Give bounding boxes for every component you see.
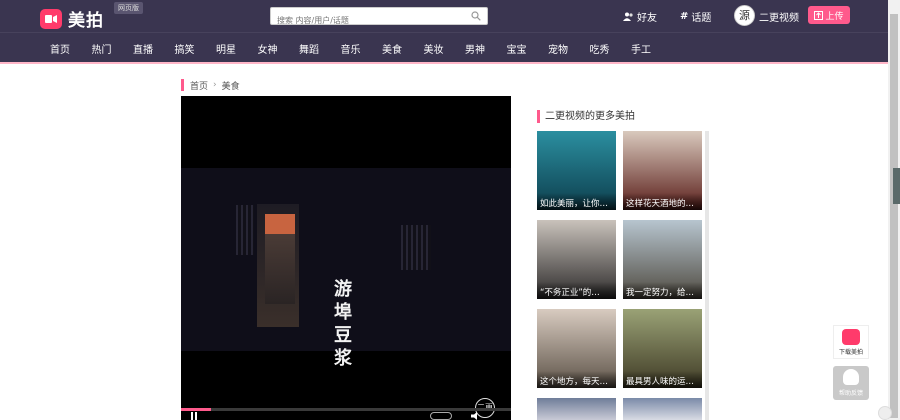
- search-icon[interactable]: [471, 11, 481, 21]
- video-caption: 我一定努力，给…: [623, 282, 702, 299]
- nav-item-goddess[interactable]: 女神: [258, 41, 278, 56]
- title-char: 游: [334, 279, 352, 300]
- side-tab[interactable]: [893, 168, 900, 204]
- sidebar-title: 二更视频的更多美拍: [537, 110, 635, 123]
- sidebar-scrollbar[interactable]: [705, 131, 709, 420]
- video-caption: 这个地方，每天…: [537, 371, 616, 388]
- lattice-window-right: [401, 225, 431, 270]
- related-video-card[interactable]: “不务正业”的…: [537, 220, 616, 299]
- video-caption: 如此美丽，让你…: [537, 193, 616, 210]
- meipai-logo[interactable]: 美拍: [40, 6, 104, 31]
- feedback-label: 帮助反馈: [838, 390, 863, 397]
- topics-label: 话题: [691, 13, 712, 24]
- nav-divider: [0, 62, 888, 64]
- friends-label: 好友: [637, 13, 657, 24]
- related-video-card[interactable]: 如此美丽，让你…: [537, 131, 616, 210]
- logo-text: 美拍: [68, 11, 104, 31]
- nav-item-pets[interactable]: 宠物: [548, 41, 568, 56]
- pause-icon[interactable]: [191, 412, 197, 420]
- nav-item-handcraft[interactable]: 手工: [631, 41, 651, 56]
- related-video-card[interactable]: [623, 398, 702, 420]
- related-video-card[interactable]: 最具男人味的运…: [623, 309, 702, 388]
- nav-item-music[interactable]: 音乐: [341, 41, 361, 56]
- friends-link[interactable]: 好友: [623, 9, 657, 24]
- username[interactable]: 二更视频: [759, 9, 799, 24]
- feedback-widget[interactable]: 帮助反馈: [833, 366, 869, 400]
- title-char: 浆: [334, 348, 352, 369]
- title-char: 豆: [334, 325, 352, 346]
- lattice-window-left: [236, 205, 254, 255]
- nav-item-babies[interactable]: 宝宝: [507, 41, 527, 56]
- video-thumbnail: [623, 398, 702, 420]
- related-video-card[interactable]: 我一定努力，给…: [623, 220, 702, 299]
- video-caption: 最具男人味的运…: [623, 371, 702, 388]
- door-interior: [265, 234, 295, 304]
- category-nav: 首页 热门 直播 搞笑 明星 女神 舞蹈 音乐 美食 美妆 男神 宝宝 宠物 吃…: [0, 32, 888, 62]
- nav-item-makeup[interactable]: 美妆: [424, 41, 444, 56]
- door-light: [265, 214, 295, 234]
- nav-item-hot[interactable]: 热门: [92, 41, 112, 56]
- video-caption: “不务正业”的…: [537, 282, 616, 299]
- nav-item-live[interactable]: 直播: [133, 41, 153, 56]
- related-video-card[interactable]: 这样花天酒地的…: [623, 131, 702, 210]
- quality-toggle[interactable]: [430, 412, 452, 420]
- top-header: 美拍 网页版 好友 # 话题 源 二更视频 上传: [0, 0, 888, 32]
- video-caption: 这样花天酒地的…: [623, 193, 702, 210]
- nav-item-male-idols[interactable]: 男神: [465, 41, 485, 56]
- hashtag-icon: #: [680, 11, 689, 22]
- breadcrumb: 首页 › 美食: [181, 79, 240, 92]
- logo-play-icon: [40, 8, 62, 29]
- page-scrollbar-thumb[interactable]: [890, 14, 898, 418]
- title-char: 埠: [334, 302, 352, 323]
- player-controls: [181, 411, 511, 420]
- search-box: [270, 7, 488, 29]
- download-label: 下载美拍: [838, 349, 863, 356]
- ghost-icon: [843, 369, 859, 385]
- web-version-badge: 网页版: [114, 2, 143, 14]
- nav-item-funny[interactable]: 搞笑: [175, 41, 195, 56]
- chevron-right-icon: ›: [213, 80, 217, 90]
- nav-item-mukbang[interactable]: 吃秀: [590, 41, 610, 56]
- video-frame: 游 埠 豆 浆 二更: [181, 168, 511, 418]
- meipai-app-icon: [842, 329, 860, 345]
- friends-icon: [623, 12, 633, 21]
- upload-label: 上传: [825, 11, 844, 22]
- nav-item-food[interactable]: 美食: [382, 41, 402, 56]
- breadcrumb-current[interactable]: 美食: [222, 79, 240, 92]
- video-thumbnail: [537, 398, 616, 420]
- nav-item-home[interactable]: 首页: [50, 41, 70, 56]
- back-to-top-button[interactable]: [878, 406, 892, 420]
- topics-link[interactable]: # 话题: [680, 9, 711, 24]
- nav-item-stars[interactable]: 明星: [216, 41, 236, 56]
- breadcrumb-home[interactable]: 首页: [190, 79, 208, 92]
- upload-icon: [814, 10, 824, 20]
- related-video-card[interactable]: [537, 398, 616, 420]
- download-app-widget[interactable]: 下载美拍: [833, 325, 869, 359]
- related-video-card[interactable]: 这个地方，每天…: [537, 309, 616, 388]
- volume-icon[interactable]: [471, 412, 481, 420]
- nav-item-dance[interactable]: 舞蹈: [299, 41, 319, 56]
- video-title-calligraphy: 游 埠 豆 浆: [331, 278, 355, 370]
- search-input[interactable]: [271, 12, 461, 29]
- upload-button[interactable]: 上传: [808, 6, 850, 24]
- avatar[interactable]: 源: [734, 5, 755, 26]
- video-player[interactable]: 游 埠 豆 浆 二更: [181, 96, 511, 420]
